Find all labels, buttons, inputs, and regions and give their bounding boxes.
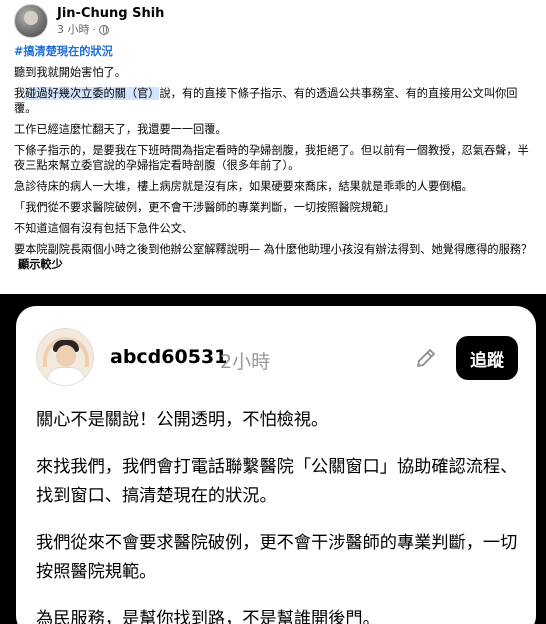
threads-line-1: 關心不是關說！公開透明，不怕檢視。	[36, 410, 329, 430]
threads-line-3: 我們從來不會要求醫院破例，更不會干涉醫師的專業判斷，一切按照醫院規範。	[36, 533, 518, 582]
post-paragraph-1: 聽到我就開始害怕了。	[14, 66, 126, 79]
separator-dot: ·	[92, 23, 97, 36]
threads-time: 2小時	[220, 351, 271, 373]
threads-line-2: 來找我們，我們會打電話聯繫醫院「公關窗口」協助確認流程、找到窗口、搞清楚現在的狀…	[36, 457, 518, 506]
post-meta: Jin-Chung Shih 3 小時 ·	[57, 5, 164, 37]
post-paragraph-7: 不知道這個有沒有包括下急件公文、	[14, 222, 194, 235]
avatar[interactable]	[36, 328, 94, 386]
post-paragraph-2: 我碰過好幾次立委的關（官）說，有的直接下條子指示、有的透過公共事務室、有的直接用…	[14, 86, 534, 116]
see-less-link[interactable]: 顯示較少	[18, 258, 63, 271]
threads-card: abcd60531 2小時 追蹤 關心不是關說！公開透明，不怕檢視。 來找我們，…	[16, 306, 536, 624]
post-paragraph-3: 工作已經這麼忙翻天了，我還要一一回覆。	[14, 123, 227, 136]
post-time-row: 3 小時 ·	[57, 23, 164, 37]
post-paragraph-6: 「我們從不要求醫院破例，更不會干涉醫師的專業判斷，一切按照醫院規範」	[14, 201, 395, 214]
facebook-post: Jin-Chung Shih 3 小時 · #搞清楚現在的狀況 聽到我就開始害怕…	[0, 0, 546, 294]
highlighted-text: 碰過好幾次立委的關（官）	[25, 87, 160, 100]
post-paragraph-8: 要本院副院長兩個小時之後到他辦公室解釋說明— 為什麼他助理小孩沒有辦法得到、她覺…	[14, 242, 534, 272]
pencil-icon[interactable]	[414, 346, 438, 370]
threads-screenshot: abcd60531 2小時 追蹤 關心不是關說！公開透明，不怕檢視。 來找我們，…	[0, 294, 546, 624]
threads-username[interactable]: abcd60531	[110, 346, 227, 368]
author-avatar[interactable]	[14, 4, 48, 38]
post-time[interactable]: 3 小時	[57, 23, 90, 37]
follow-button[interactable]: 追蹤	[456, 336, 518, 380]
p2-before: 我	[14, 87, 26, 100]
post-body: #搞清楚現在的狀況 聽到我就開始害怕了。 我碰過好幾次立委的關（官）說，有的直接…	[14, 44, 534, 278]
post-paragraph-5: 急診待床的病人一大堆，樓上病房就是沒有床，如果硬要來喬床，結果就是乖乖的人要倒楣…	[14, 180, 473, 193]
p8-text: 要本院副院長兩個小時之後到他辦公室解釋說明— 為什麼他助理小孩沒有辦法得到、她覺…	[14, 243, 533, 256]
threads-body: 關心不是關說！公開透明，不怕檢視。 來找我們，我們會打電話聯繫醫院「公關窗口」協…	[36, 406, 518, 624]
post-paragraph-4: 下條子指示的，是要我在下班時間為指定看時的孕婦剖腹，我拒絕了。但以前有一個教授，…	[14, 144, 529, 172]
globe-icon[interactable]	[99, 25, 109, 35]
author-name[interactable]: Jin-Chung Shih	[57, 5, 164, 22]
hashtag-link[interactable]: #搞清楚現在的狀況	[14, 45, 113, 58]
post-header: Jin-Chung Shih 3 小時 ·	[14, 4, 164, 38]
threads-line-4: 為民服務，是幫你找到路，不是幫誰開後門。	[36, 609, 380, 624]
